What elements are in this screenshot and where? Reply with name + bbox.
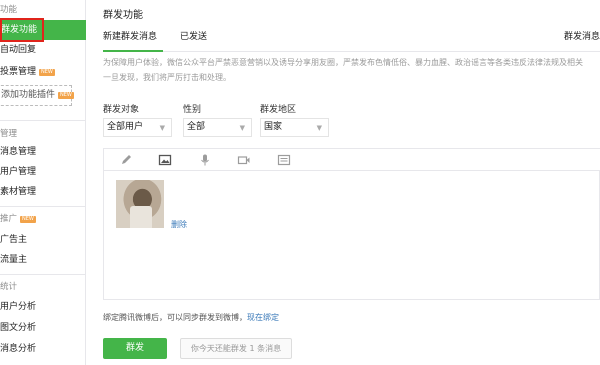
add-plugin-button[interactable]: 添加功能插件 NEW [0,85,74,106]
sidebar-item-advertiser[interactable]: 广告主 [0,230,27,250]
sidebar-item-label: 自动回复 [0,45,37,55]
sidebar-item-message-analysis[interactable]: 消息分析 [0,339,36,359]
tab-label: 已发送 [180,32,208,42]
chevron-down-icon: ▼ [239,124,245,132]
main-content: 群发功能 新建群发消息 已发送 群发消息 为保障用户体验，微信公众平台严禁恶意营… [86,0,600,365]
tab-mass-messages[interactable]: 群发消息 [564,26,600,52]
attached-image-thumbnail [116,180,164,228]
tab-sent[interactable]: 已发送 [180,26,207,52]
chevron-down-icon: ▼ [159,124,165,132]
delete-image-link[interactable]: 删除 [171,219,187,230]
sidebar: 功能 群发功能 自动回复 投票管理 NEW 添加功能插件 NEW 管理 消息管理 用… [0,0,86,365]
sidebar-divider [0,274,86,275]
sidebar-section-promotion: 推广 NEW [0,209,36,229]
sidebar-item-materials[interactable]: 素材管理 [0,182,36,202]
sidebar-item-article-analysis[interactable]: 图文分析 [0,318,36,338]
new-badge: NEW [39,69,55,76]
page-title: 群发功能 [103,10,143,21]
sidebar-item-label: 用户分析 [0,302,37,312]
quota-remaining: 你今天还能群发 1 条消息 [180,338,292,359]
target-label: 群发对象 [103,105,140,115]
sidebar-section-function: 功能 [0,5,18,15]
notice-line: 为保障用户体验，微信公众平台严禁恶意营销以及诱导分享朋友圈，严禁发布色情低俗、暴… [103,58,583,67]
new-badge: NEW [20,216,36,223]
sidebar-section-statistics: 统计 [0,282,18,292]
card-icon[interactable] [277,153,291,167]
active-item-highlight-frame [0,18,44,42]
sidebar-item-label: 流量主 [0,255,28,265]
tab-bar: 新建群发消息 已发送 群发消息 [103,26,600,52]
editor-toolbar [104,149,600,171]
sidebar-divider [0,120,86,121]
gender-select[interactable]: 全部 ▼ [183,118,252,137]
new-badge: NEW [58,92,74,99]
sidebar-item-auto-reply[interactable]: 自动回复 [0,40,36,60]
sidebar-item-messages[interactable]: 消息管理 [0,142,36,162]
tab-new-mass-message[interactable]: 新建群发消息 [103,26,163,52]
sidebar-item-label: 消息分析 [0,344,37,354]
pencil-icon[interactable] [119,153,133,167]
sidebar-item-label: 素材管理 [0,187,37,197]
mass-send-button[interactable]: 群发 [103,338,167,359]
region-select-value: 国家 [264,122,283,132]
gender-label: 性别 [183,105,202,115]
message-editor[interactable]: 删除 [103,148,600,300]
tab-label: 群发消息 [564,32,600,42]
sidebar-item-vote[interactable]: 投票管理 NEW [0,62,55,82]
target-select-value: 全部用户 [107,122,144,132]
tab-label: 新建群发消息 [103,32,158,42]
image-icon[interactable] [158,153,172,167]
sidebar-item-label: 用户管理 [0,167,37,177]
bind-hint-text: 绑定腾讯微博后，可以同步群发到微博， [103,313,247,322]
region-select[interactable]: 国家 ▼ [260,118,329,137]
sidebar-item-label: 图文分析 [0,323,37,333]
region-label: 群发地区 [260,105,297,115]
sidebar-divider [0,206,86,207]
microphone-icon[interactable] [198,153,212,167]
sidebar-section-manage: 管理 [0,129,18,139]
thumbnail-figure [130,206,152,228]
target-select[interactable]: 全部用户 ▼ [103,118,172,137]
add-plugin-label: 添加功能插件 [1,90,56,100]
policy-notice: 为保障用户体验，微信公众平台严禁恶意营销以及诱导分享朋友圈，严禁发布色情低俗、暴… [103,55,600,85]
sidebar-item-label: 广告主 [0,235,28,245]
sidebar-item-label: 投票管理 [0,67,37,77]
gender-select-value: 全部 [187,122,206,132]
sidebar-item-label: 消息管理 [0,147,37,157]
video-icon[interactable] [237,153,251,167]
notice-line: 一旦发现，我们将严厉打击和处理。 [103,73,231,82]
bind-now-link[interactable]: 现在绑定 [247,313,279,322]
chevron-down-icon: ▼ [316,124,322,132]
sidebar-item-user-analysis[interactable]: 用户分析 [0,297,36,317]
sidebar-item-traffic-owner[interactable]: 流量主 [0,250,27,270]
sidebar-item-users[interactable]: 用户管理 [0,162,36,182]
section-label: 推广 [0,214,18,224]
weibo-bind-hint: 绑定腾讯微博后，可以同步群发到微博，现在绑定 [103,312,279,323]
